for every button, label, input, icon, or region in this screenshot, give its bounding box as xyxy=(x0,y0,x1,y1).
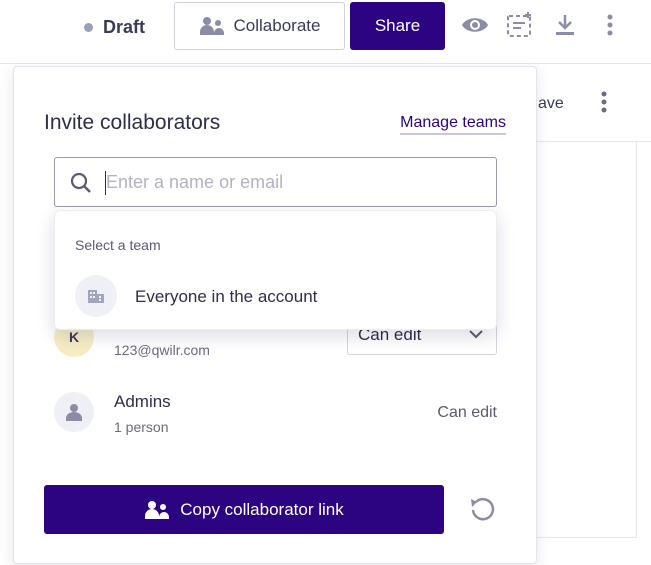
collaborators-icon xyxy=(145,500,170,519)
background-kebab-icon[interactable] xyxy=(600,90,608,119)
search-field[interactable] xyxy=(54,157,497,207)
share-label: Share xyxy=(374,16,421,35)
collaborator-row: Admins 1 person Can edit xyxy=(54,392,497,436)
background-divider-bottom xyxy=(537,537,637,538)
team-avatar xyxy=(75,275,117,317)
page-settings-icon[interactable] xyxy=(505,10,535,40)
collaborator-email: 123@qwilr.com xyxy=(114,342,210,358)
reset-link-icon[interactable] xyxy=(468,495,496,528)
status-dot xyxy=(84,22,93,32)
download-icon[interactable] xyxy=(550,10,580,40)
collaborator-name: Admins xyxy=(114,392,171,411)
share-button[interactable]: Share xyxy=(350,2,445,50)
collaborate-button[interactable]: Collaborate xyxy=(174,2,345,50)
background-save-label: ave xyxy=(538,95,564,112)
status-indicator: Draft xyxy=(84,17,145,37)
collaborators-icon xyxy=(199,17,224,35)
dropdown-item-everyone[interactable]: Everyone in the account xyxy=(75,275,475,317)
background-divider xyxy=(636,142,637,538)
person-avatar xyxy=(54,392,94,432)
copy-link-button[interactable]: Copy collaborator link xyxy=(44,485,444,534)
popover-title: Invite collaborators xyxy=(44,111,221,134)
team-dropdown: Select a team Everyone in the account xyxy=(54,210,497,330)
copy-link-label: Copy collaborator link xyxy=(180,499,344,519)
dropdown-header: Select a team xyxy=(75,237,161,253)
collaborate-label: Collaborate xyxy=(233,16,321,35)
collaborator-count: 1 person xyxy=(114,419,169,435)
search-input[interactable] xyxy=(106,166,486,198)
more-kebab-icon[interactable] xyxy=(595,10,625,40)
invite-popover: Invite collaborators Manage teams K 123@… xyxy=(13,66,537,564)
status-label: Draft xyxy=(103,16,146,37)
person-icon xyxy=(66,404,82,421)
manage-teams-link[interactable]: Manage teams xyxy=(400,114,506,135)
building-icon xyxy=(88,290,104,303)
search-icon xyxy=(70,172,91,193)
dropdown-item-label: Everyone in the account xyxy=(135,287,318,306)
permission-value[interactable]: Can edit xyxy=(437,404,497,422)
preview-eye-icon[interactable] xyxy=(460,10,490,40)
toolbar: Draft Collaborate Share xyxy=(0,0,651,64)
